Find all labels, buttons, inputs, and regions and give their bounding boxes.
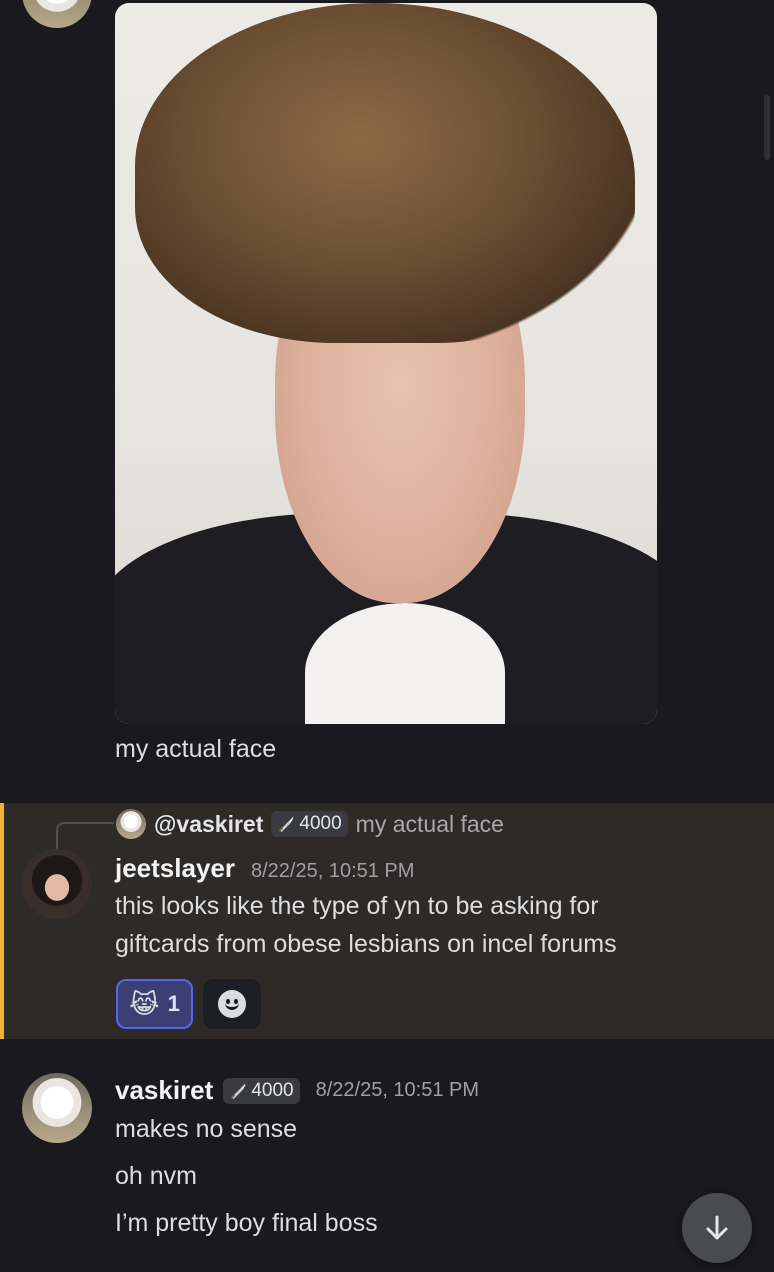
avatar-vaskiret-top[interactable] [22, 0, 92, 28]
avatar-jeetslayer[interactable] [22, 849, 92, 919]
message-header: jeetslayer 8/22/25, 10:51 PM [115, 853, 414, 884]
author-name[interactable]: jeetslayer [115, 853, 235, 884]
scrollbar-thumb[interactable] [764, 95, 770, 160]
author-name[interactable]: vaskiret [115, 1075, 213, 1106]
avatar-vaskiret[interactable] [22, 1073, 92, 1143]
message-line: this looks like the type of yn to be ask… [115, 892, 599, 920]
message-line: makes no sense [115, 1115, 298, 1143]
reply-snippet: my actual face [355, 810, 504, 837]
message-header: vaskiret 4000 8/22/25, 10:51 PM [115, 1075, 479, 1106]
jump-to-bottom-button[interactable] [682, 1193, 752, 1263]
laughing-cat-emoji: 😹 [129, 988, 160, 1019]
message-line: oh nvm [115, 1162, 197, 1190]
user-tag-badge: 4000 [223, 1077, 300, 1104]
reply-reference[interactable]: @vaskiret 4000 my actual face [116, 809, 504, 839]
reaction-laughing-cat[interactable]: 😹 1 [116, 979, 193, 1029]
add-reaction-icon [218, 990, 246, 1018]
reply-avatar [116, 809, 146, 839]
reaction-count: 1 [167, 991, 180, 1016]
message-timestamp: 8/22/25, 10:51 PM [250, 860, 415, 882]
sword-icon [279, 816, 294, 833]
reply-username[interactable]: @vaskiret [154, 811, 263, 838]
message-line: giftcards from obese lesbians on incel f… [115, 930, 617, 958]
add-reaction-button[interactable] [203, 979, 261, 1029]
user-tag-value: 4000 [299, 813, 342, 834]
sword-icon [231, 1083, 246, 1099]
reply-connector [56, 822, 114, 850]
image-attachment[interactable] [115, 3, 657, 724]
message-line: I’m pretty boy final boss [115, 1209, 378, 1237]
message-text: my actual face [115, 735, 277, 763]
user-tag-badge: 4000 [271, 811, 348, 837]
arrow-down-icon [706, 1215, 728, 1240]
message-timestamp: 8/22/25, 10:51 PM [315, 1079, 480, 1101]
user-tag-value: 4000 [251, 1079, 294, 1101]
